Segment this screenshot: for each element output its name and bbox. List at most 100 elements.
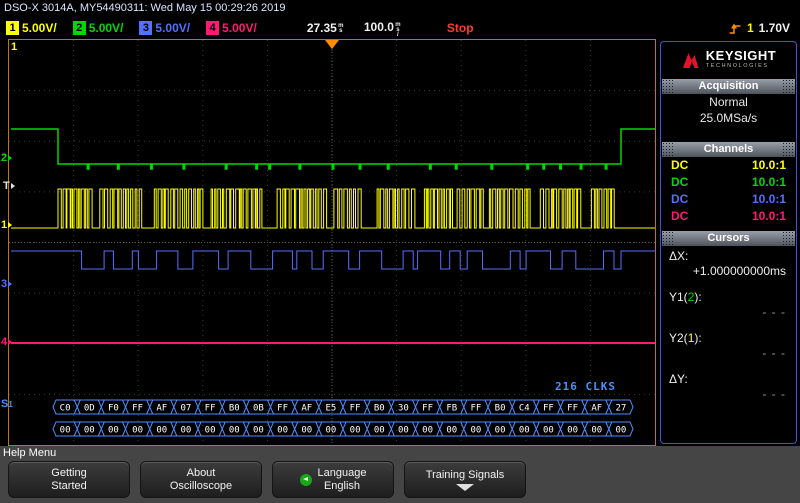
ch2-badge: 2: [72, 21, 86, 35]
acquisition-section-header: Acquisition: [662, 79, 795, 94]
bus-byte: 00: [277, 426, 288, 436]
bus-byte: 00: [253, 426, 264, 436]
title-bar: DSO-X 3014A, MY54490311: Wed May 15 00:2…: [4, 2, 286, 14]
bus-byte: C4: [519, 404, 530, 414]
cursor-y2-label: Y2(1):: [669, 331, 702, 345]
bus-byte: 00: [615, 426, 626, 436]
header-texture: [662, 79, 675, 94]
bus-byte: 00: [301, 426, 312, 436]
cursor-y2-value: - - -: [762, 346, 786, 360]
clock-count-label: 216 CLKS: [555, 380, 616, 393]
sample-rate: 25.0MSa/s: [699, 111, 758, 125]
bus-byte: 30: [398, 404, 409, 414]
ch4-badge: 4: [206, 21, 220, 35]
brand-name: KEYSIGHT: [705, 48, 777, 63]
ch4-coupling: DC: [671, 209, 689, 223]
trigger-source: 1: [746, 21, 754, 35]
ch2-ground-marker[interactable]: 2: [1, 152, 13, 164]
cursor-dx-value: +1.000000000ms: [692, 264, 786, 278]
bus-byte: FF: [422, 404, 433, 414]
header-texture: [782, 79, 795, 94]
ch1-top-marker[interactable]: 1: [11, 41, 17, 53]
cursor-dx-label: ΔX:: [669, 249, 689, 263]
scope-display: C0 0D F0 FF AF 07 FF B0 0B FF AF E5 FF B0 30 FF FB FF B0 C4…: [8, 39, 656, 446]
softkey-label: Training Signals: [425, 468, 505, 481]
serial-bus-row2: 00 00 00 00 00 00 00 00 00 00 00 00 00 00 00 00 00 00 00 00…: [52, 421, 634, 437]
bus-byte: 07: [180, 404, 191, 414]
bus-byte: 00: [108, 426, 119, 436]
ch4-ground-marker[interactable]: 4: [1, 336, 13, 348]
bus-byte: 00: [446, 426, 457, 436]
softkey-about-oscilloscope[interactable]: About Oscilloscope: [140, 461, 262, 498]
ch1-ground-marker[interactable]: 1: [1, 219, 13, 231]
ch2-waveform: [11, 128, 655, 170]
timebase-readout: 100.0ms/: [363, 19, 401, 37]
oscilloscope-screen: DSO-X 3014A, MY54490311: Wed May 15 00:2…: [0, 0, 800, 503]
trigger-position-marker: [325, 40, 339, 49]
cursor-y1-value: - - -: [762, 305, 786, 319]
header-texture: [782, 142, 795, 157]
ch2-probe: 10.0:1: [751, 175, 786, 189]
ch4-marker-arrow-icon: [8, 339, 13, 345]
ch3-scale: 5.00V/: [155, 21, 191, 35]
ch2-coupling: DC: [671, 175, 689, 189]
ch4-scale: 5.00V/: [222, 21, 257, 35]
settings-bar: 1 5.00V/ 2 5.00V/ 3 5.00V/ 4 5.00V/ 27.3…: [0, 17, 800, 39]
bus-byte: 00: [325, 426, 336, 436]
bus-byte: 00: [350, 426, 361, 436]
trigger-level: 1.70V: [758, 21, 790, 35]
softkey-language[interactable]: Language English: [272, 461, 394, 498]
bus-byte: 00: [398, 426, 409, 436]
bus-byte: E5: [325, 404, 336, 414]
bus-byte: 0D: [84, 404, 95, 414]
bus-byte: FF: [543, 404, 554, 414]
softkey-training-signals[interactable]: Training Signals: [404, 461, 526, 498]
softkey-label: Oscilloscope: [169, 479, 233, 492]
serial-bus-row1: C0 0D F0 FF AF 07 FF B0 0B FF AF E5 FF B0 30 FF FB FF B0 C4…: [52, 399, 634, 415]
header-texture: [662, 231, 675, 246]
bus-byte: 00: [543, 426, 554, 436]
bus-byte: 00: [205, 426, 216, 436]
language-back-icon: [299, 473, 312, 486]
ch2-scale-readout[interactable]: 2 5.00V/: [72, 21, 123, 35]
softkey-label: About: [186, 466, 216, 479]
bus-byte: FB: [446, 404, 457, 414]
channels-section-header: Channels: [662, 142, 795, 157]
ch3-ground-marker[interactable]: 3: [1, 278, 13, 290]
bus-byte: 00: [519, 426, 530, 436]
ch1-scale-readout[interactable]: 1 5.00V/: [6, 21, 57, 35]
ch4-probe: 10.0:1: [751, 209, 786, 223]
bus-byte: 00: [84, 426, 95, 436]
ch3-waveform: [11, 250, 655, 270]
header-texture: [782, 231, 795, 246]
trigger-edge-icon: [729, 23, 741, 34]
cursor-y1-label: Y1(2):: [669, 290, 702, 304]
ch1-probe: 10.0:1: [751, 158, 786, 172]
bus-byte: 00: [180, 426, 191, 436]
bus-byte: 00: [374, 426, 385, 436]
trigger-level-marker[interactable]: T: [3, 180, 15, 192]
brand-logo: KEYSIGHT TECHNOLOGIES: [661, 42, 796, 79]
bus-byte: 00: [132, 426, 143, 436]
cursor-dy-value: - - -: [762, 387, 786, 401]
ch1-coupling: DC: [671, 158, 689, 172]
ch4-scale-readout[interactable]: 4 5.00V/: [206, 21, 257, 35]
ch1-waveform: [11, 188, 655, 229]
softkey-label: Language: [317, 466, 367, 479]
bus-byte: C0: [60, 404, 71, 414]
submenu-arrow-icon: [456, 483, 474, 491]
softkey-label: Getting: [51, 466, 87, 479]
softkey-label: Started: [51, 479, 87, 492]
bus-byte: 00: [60, 426, 71, 436]
bus-byte: 00: [470, 426, 481, 436]
info-sidebar: KEYSIGHT TECHNOLOGIES Acquisition Normal…: [660, 41, 797, 444]
bus-byte: FF: [277, 404, 288, 414]
bus-byte: FF: [350, 404, 361, 414]
softkey-getting-started[interactable]: Getting Started: [8, 461, 130, 498]
run-state: Stop: [446, 21, 474, 35]
ch3-scale-readout[interactable]: 3 5.00V/: [139, 21, 190, 35]
brand-subtitle: TECHNOLOGIES: [705, 63, 769, 69]
serial-bus-marker[interactable]: S1: [1, 398, 13, 410]
bus-byte: FF: [470, 404, 481, 414]
bus-byte: B0: [229, 404, 240, 414]
